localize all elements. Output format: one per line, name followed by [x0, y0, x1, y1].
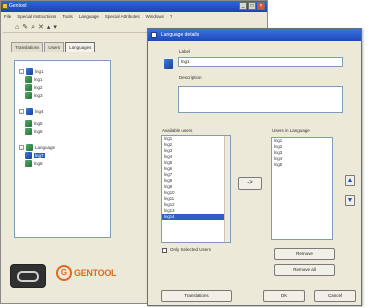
move-up-button[interactable]: ▲	[345, 175, 355, 186]
main-titlebar: Gentool _ □ ×	[1, 1, 267, 12]
device-logo	[10, 264, 46, 288]
language-user-item[interactable]: lng5	[272, 162, 332, 168]
close-button[interactable]: ×	[257, 2, 265, 10]
translations-button[interactable]: Translations	[161, 290, 232, 302]
tree-node-label: lng1	[34, 76, 43, 82]
up-icon[interactable]: ▴	[47, 23, 51, 32]
tree-node[interactable]: lng5	[25, 119, 43, 127]
users-in-language-caption: Users in Language	[272, 128, 310, 133]
user-icon	[25, 119, 32, 127]
tab-users[interactable]: Users	[44, 42, 65, 52]
only-selected-label: Only Selected Users	[170, 247, 212, 252]
tree-node-label: lng8	[34, 160, 43, 166]
tree-node[interactable]: lng1	[25, 75, 43, 83]
tree-node[interactable]: - lng4	[19, 107, 44, 115]
remove-all-button[interactable]: Remove all	[274, 264, 335, 276]
available-user-item[interactable]: lng14	[162, 214, 224, 220]
tree-node[interactable]: lng3	[25, 91, 43, 99]
app-icon	[2, 3, 8, 9]
home-icon[interactable]: ⌂	[15, 23, 19, 32]
cancel-button[interactable]: Cancel	[314, 290, 356, 302]
tab-strip: Translations Users Languages	[11, 42, 109, 52]
menu-language[interactable]: Language	[79, 12, 99, 21]
menu-special-instructions[interactable]: Special Instructions	[17, 12, 56, 21]
only-selected-checkbox[interactable]	[162, 248, 167, 253]
main-window-title: Gentool	[9, 3, 27, 9]
tree-expander-icon[interactable]: -	[19, 144, 24, 150]
menu-tools[interactable]: Tools	[62, 12, 73, 21]
user-icon	[25, 91, 32, 99]
minimize-button[interactable]: _	[239, 2, 247, 10]
dialog-title: Language details	[161, 32, 200, 38]
tree-node[interactable]: lng2	[25, 83, 43, 91]
tree-node[interactable]: lng7	[25, 151, 45, 159]
user-icon	[26, 143, 33, 151]
label-input[interactable]: lng1	[178, 57, 343, 67]
tree-node-label: lng4	[35, 108, 44, 114]
tree-node-label: lng5	[34, 120, 43, 126]
user-icon	[25, 83, 32, 91]
down-icon[interactable]: ▾	[53, 23, 57, 32]
tree-node[interactable]: - lng1	[19, 67, 44, 75]
menu-special-attributes[interactable]: Special Attributes	[105, 12, 140, 21]
menu-windows[interactable]: Windows	[146, 12, 164, 21]
search-icon[interactable]: ⌕	[31, 23, 35, 32]
pencil-icon[interactable]: ✎	[22, 23, 28, 32]
brand-logo: G GENTOOL	[56, 264, 121, 282]
tree-expander-icon[interactable]: -	[19, 68, 24, 74]
brand-logo-mark: G	[56, 265, 72, 281]
menu-file[interactable]: File	[4, 12, 11, 21]
tree-node[interactable]: lng8	[25, 159, 43, 167]
remove-button[interactable]: Remove	[274, 248, 335, 260]
tab-translations[interactable]: Translations	[11, 42, 44, 52]
users-in-language-list[interactable]: lng1 lng2 lng3 lng4 lng5	[271, 137, 333, 240]
user-icon	[25, 127, 32, 135]
move-down-button[interactable]: ▼	[345, 195, 355, 206]
menu-help[interactable]: ?	[170, 12, 173, 21]
menubar: File Special Instructions Tools Language…	[1, 12, 267, 21]
language-folder-icon	[26, 107, 33, 115]
description-caption: Description	[179, 75, 202, 80]
dialog-icon	[151, 32, 157, 38]
tree-node-label: lng3	[34, 92, 43, 98]
tree-node[interactable]: - Language	[19, 143, 55, 151]
ok-button[interactable]: OK	[263, 290, 305, 302]
language-folder-icon	[26, 67, 33, 75]
tree-node-label: Language	[35, 144, 56, 150]
brand-logo-word: GENTOOL	[74, 268, 117, 278]
language-icon	[164, 59, 173, 69]
available-users-scrollbar[interactable]	[224, 136, 230, 242]
user-icon	[25, 75, 32, 83]
description-input[interactable]	[178, 86, 343, 113]
delete-icon[interactable]: ✕	[38, 23, 44, 32]
move-to-language-button[interactable]: ->	[238, 177, 262, 190]
label-caption: Label	[179, 49, 191, 54]
user-icon	[25, 159, 32, 167]
dialog-titlebar: Language details	[148, 29, 361, 41]
available-users-caption: Available users	[162, 128, 193, 133]
tree-expander-icon[interactable]: -	[19, 108, 24, 114]
language-folder-icon	[25, 151, 32, 159]
tab-languages[interactable]: Languages	[65, 42, 96, 52]
tree-node-label: lng7	[34, 152, 45, 158]
tree-node[interactable]: lng6	[25, 127, 43, 135]
maximize-button[interactable]: □	[248, 2, 256, 10]
tree-node-label: lng2	[34, 84, 43, 90]
language-dialog: Language details Label lng1 Description …	[147, 28, 362, 306]
tree-node-label: lng6	[34, 128, 43, 134]
tree-node-label: lng1	[35, 68, 44, 74]
language-tree[interactable]: - lng1 lng1 lng2 lng3 - lng4 lng5 lng6 - Language l…	[14, 60, 111, 238]
available-users-list[interactable]: lng1 lng2 lng3 lng4 lng5 lng6 lng7 lng8 lng9 lng1…	[161, 135, 231, 243]
